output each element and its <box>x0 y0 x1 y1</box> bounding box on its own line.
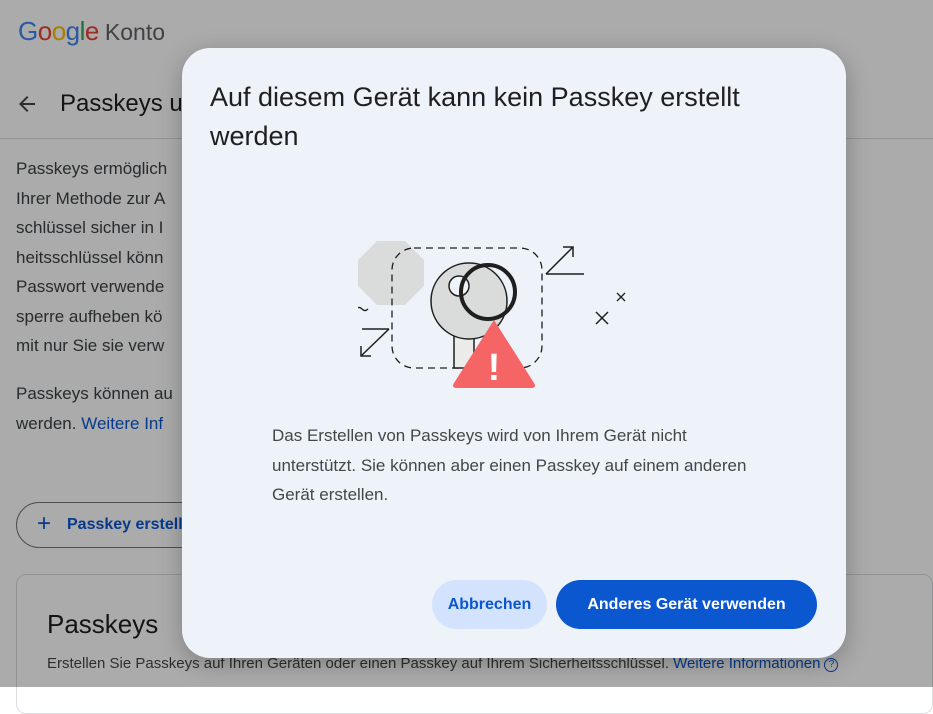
warning-mark: ! <box>488 347 501 389</box>
passkey-error-dialog: Auf diesem Gerät kann kein Passkey erste… <box>182 48 846 658</box>
dialog-title: Auf diesem Gerät kann kein Passkey erste… <box>210 82 740 151</box>
arrow-up-right <box>545 246 584 275</box>
arrow-down-left <box>360 328 390 357</box>
cross-mark <box>595 311 609 325</box>
use-other-device-button[interactable]: Anderes Gerät verwenden <box>556 580 817 629</box>
dialog-body: Das Erstellen von Passkeys wird von Ihre… <box>272 426 747 504</box>
cross-mark <box>616 292 626 302</box>
wave-mark <box>358 306 369 312</box>
cancel-button[interactable]: Abbrechen <box>432 580 547 629</box>
octagon-shape <box>358 241 424 305</box>
passkey-key-warning-illustration: ! <box>358 241 626 389</box>
